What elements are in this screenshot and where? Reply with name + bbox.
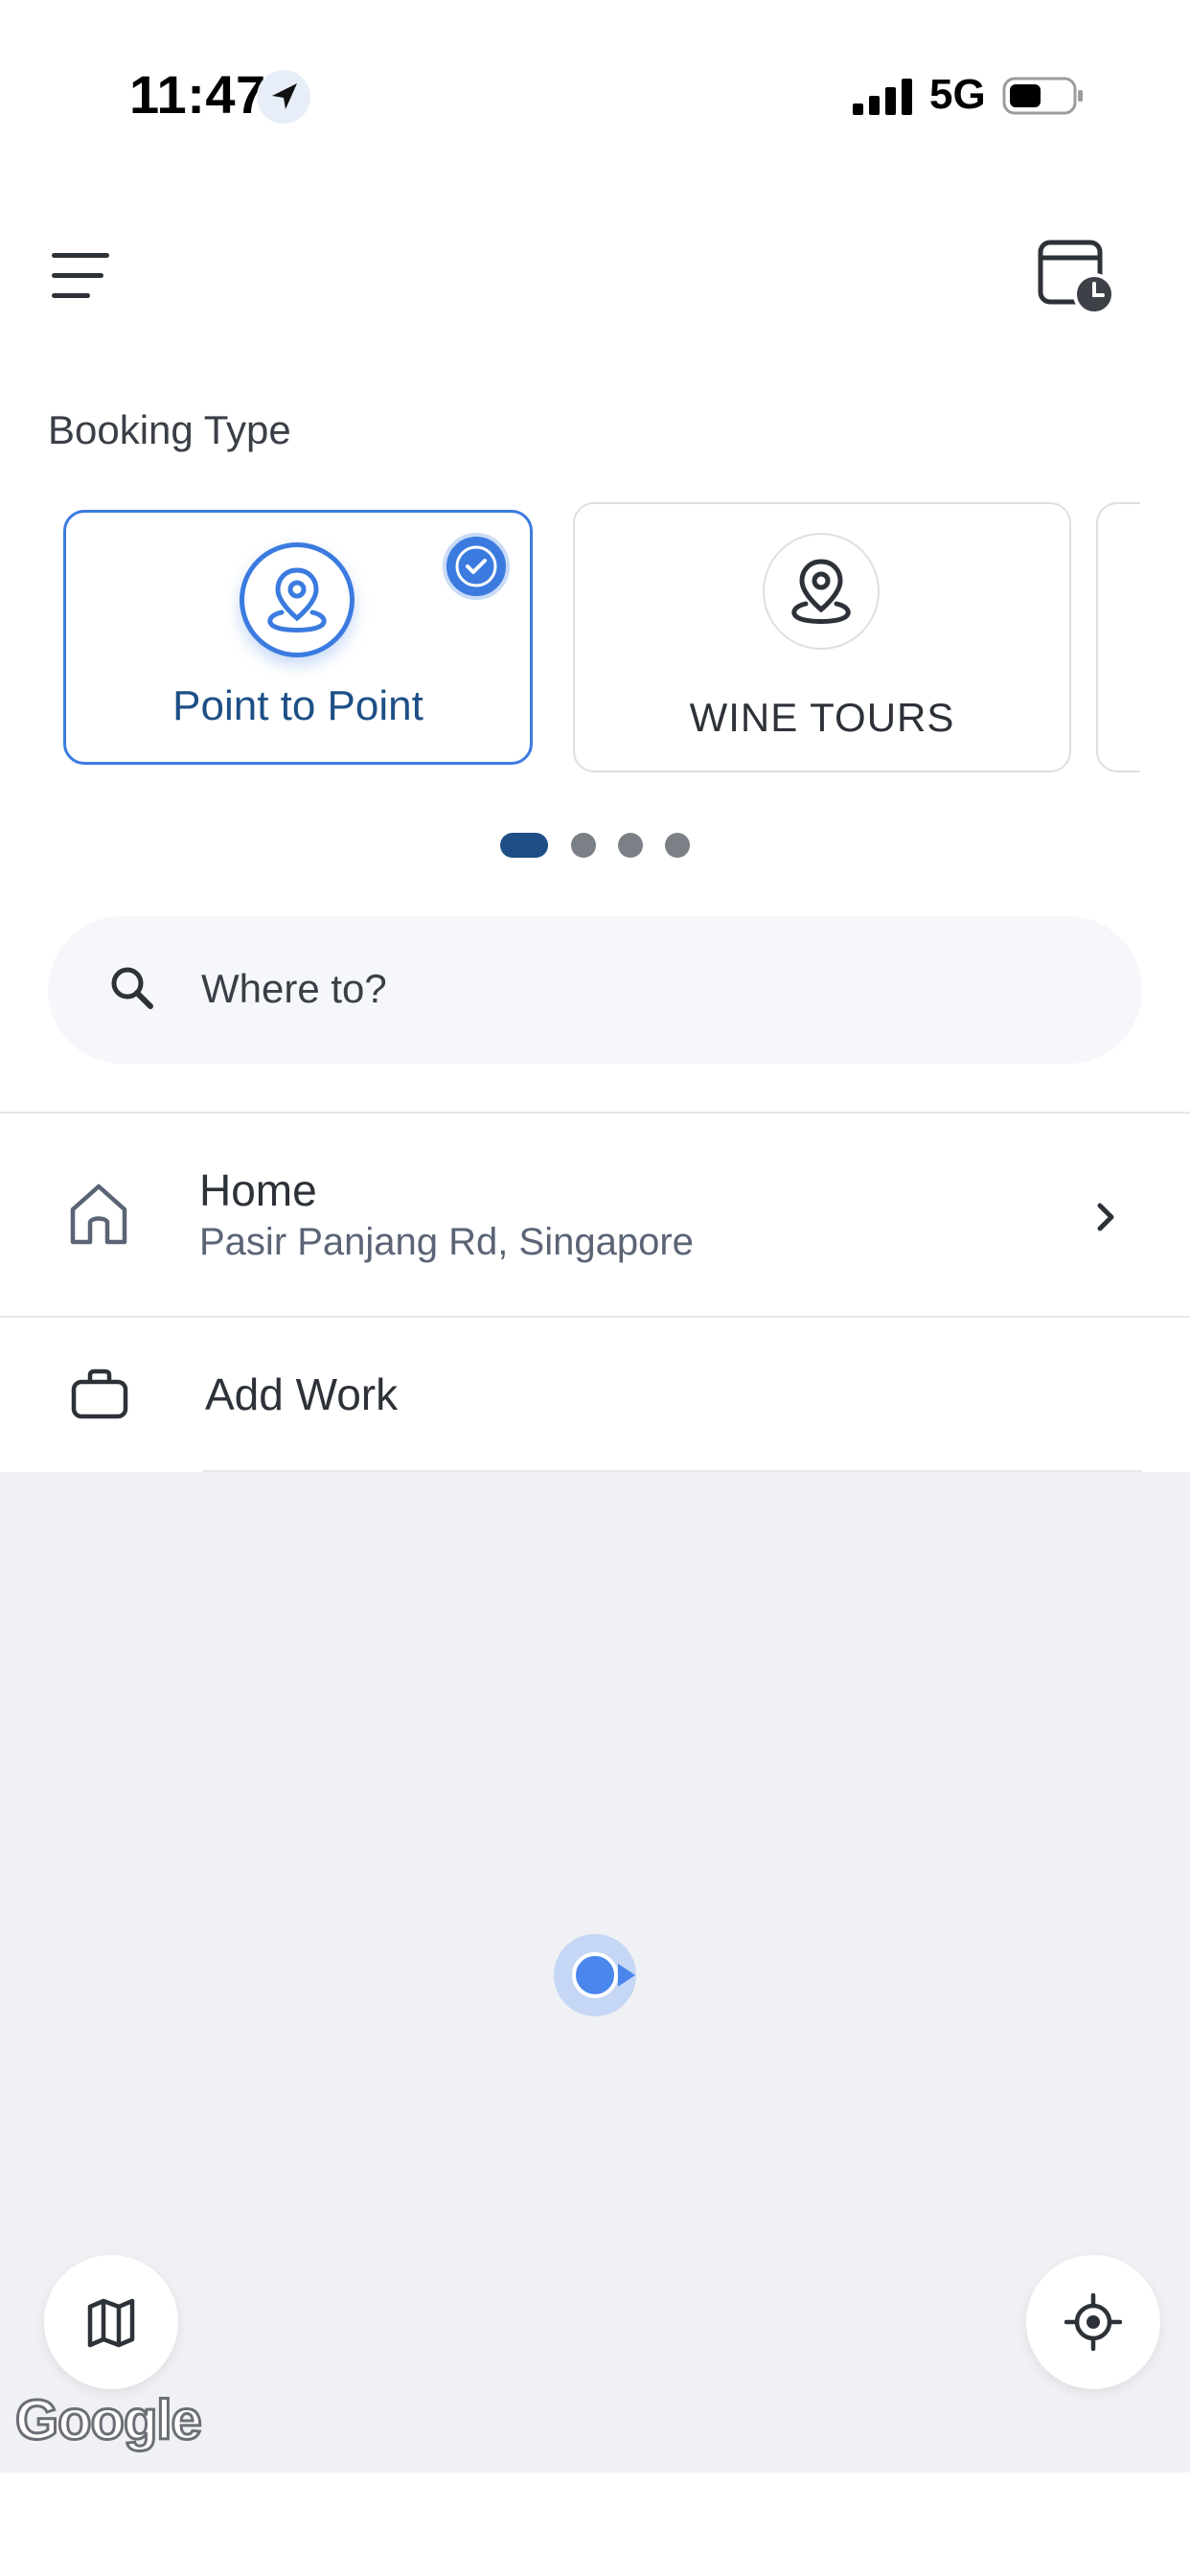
crosshair-icon (1064, 2293, 1122, 2351)
carousel-dot[interactable] (665, 833, 690, 858)
selected-check-icon (443, 533, 510, 600)
carousel-dot[interactable] (618, 833, 643, 858)
cellular-signal-icon (853, 77, 920, 115)
booking-history-button[interactable] (1035, 235, 1117, 317)
battery-icon (1002, 75, 1085, 117)
carousel-edge (1140, 479, 1190, 795)
current-location-icon (572, 1952, 618, 1998)
location-arrow-icon (257, 70, 310, 124)
booking-card-label: Point to Point (172, 682, 423, 729)
add-work-label: Add Work (205, 1369, 399, 1419)
search-icon (105, 961, 159, 1015)
menu-button[interactable] (48, 247, 117, 305)
status-time: 11:47 (129, 64, 266, 125)
hamburger-menu-icon (52, 253, 109, 298)
calendar-clock-icon (1038, 240, 1115, 315)
search-input[interactable] (199, 956, 1065, 1022)
home-icon (67, 1181, 130, 1248)
chevron-right-icon (1088, 1198, 1123, 1236)
home-title: Home (199, 1165, 317, 1215)
map-icon (87, 2298, 135, 2348)
location-pin-icon (763, 533, 880, 650)
map-type-button[interactable] (44, 2255, 178, 2389)
heading-arrow-icon (618, 1964, 635, 1987)
saved-place-home[interactable] (0, 1114, 1190, 1315)
carousel-dot-active[interactable] (500, 833, 548, 858)
location-pin-icon (240, 542, 355, 657)
briefcase-icon (69, 1368, 130, 1421)
carousel-dot[interactable] (571, 833, 596, 858)
booking-type-label: Booking Type (48, 407, 291, 452)
google-logo: Google (14, 2388, 204, 2453)
home-address: Pasir Panjang Rd, Singapore (199, 1221, 694, 1263)
add-work-button[interactable] (0, 1318, 1190, 1469)
booking-card-label: WINE TOURS (689, 695, 955, 740)
network-type: 5G (929, 71, 986, 118)
my-location-button[interactable] (1026, 2255, 1160, 2389)
